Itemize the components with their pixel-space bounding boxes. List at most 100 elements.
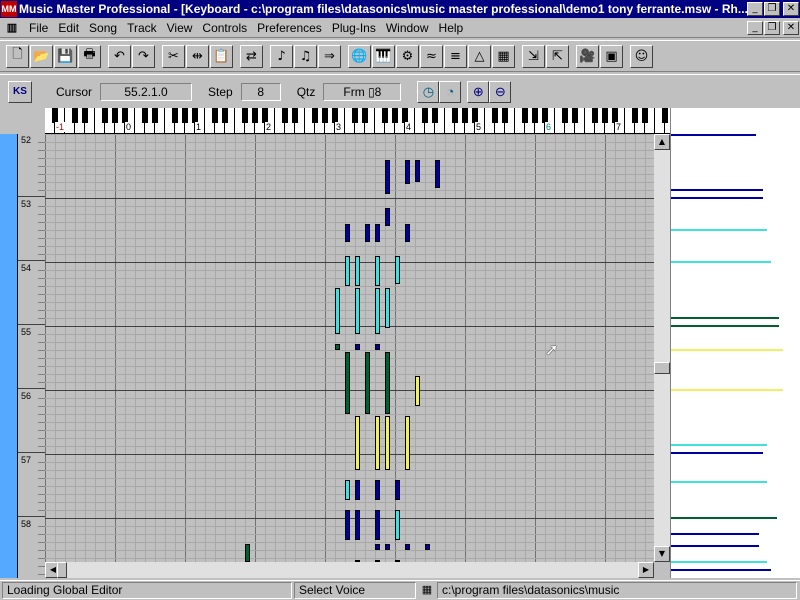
piano-keyboard[interactable]: -1 0 1 2 3 4 5 6 7 [45,108,670,134]
note-event[interactable] [375,256,380,286]
restore-button[interactable]: ❐ [764,2,780,16]
dim-icon[interactable]: ▣ [600,44,623,68]
note-event[interactable] [345,480,350,500]
note-event[interactable] [335,288,340,334]
cursor-field[interactable]: 55.2.1.0 [100,82,193,101]
note-event[interactable] [375,510,380,540]
black-key[interactable] [352,108,358,123]
black-key[interactable] [262,108,268,123]
doc-minimize-button[interactable]: _ [747,20,763,35]
clock-icon[interactable]: ◷ [417,80,440,103]
black-key[interactable] [172,108,178,123]
print-icon[interactable]: 🖶 [78,44,101,68]
note-event[interactable] [415,376,420,406]
measure-ruler[interactable]: 52 53 54 55 56 57 58 [18,134,45,581]
note-event[interactable] [375,544,380,550]
black-key[interactable] [142,108,148,123]
hscroll-thumb[interactable] [57,562,67,578]
black-key[interactable] [532,108,538,123]
note-event[interactable] [385,416,390,470]
black-key[interactable] [292,108,298,123]
menu-file[interactable]: File [24,19,53,37]
note-event[interactable] [375,288,380,334]
black-key[interactable] [242,108,248,123]
app-icon[interactable]: MM [1,1,17,17]
save-icon[interactable]: 💾 [54,44,77,68]
black-key[interactable] [542,108,548,123]
note-event[interactable] [355,416,360,470]
menu-edit[interactable]: Edit [53,19,84,37]
ks-button[interactable]: KS [8,80,32,103]
camera-icon[interactable]: 🎥 [576,44,599,68]
scroll-thumb[interactable] [654,362,670,374]
globe-icon[interactable]: 🌐 [348,44,371,68]
menu-controls[interactable]: Controls [197,19,252,37]
black-key[interactable] [562,108,568,123]
note-event[interactable] [385,208,390,226]
note-event[interactable] [375,224,380,242]
wave-icon[interactable]: ≈ [420,44,443,68]
menu-plug-ins[interactable]: Plug-Ins [327,19,381,37]
gear-icon[interactable]: ⚙ [396,44,419,68]
note-event[interactable] [365,352,370,414]
black-key[interactable] [452,108,458,123]
menu-help[interactable]: Help [434,19,469,37]
black-key[interactable] [642,108,648,123]
menu-preferences[interactable]: Preferences [252,19,327,37]
menu-view[interactable]: View [162,19,198,37]
black-key[interactable] [252,108,258,123]
zoom-in-icon[interactable]: ⊕ [467,80,490,103]
black-key[interactable] [402,108,408,123]
scroll-down-button[interactable]: ▼ [654,546,670,562]
black-key[interactable] [102,108,108,123]
black-key[interactable] [312,108,318,123]
note-event[interactable] [385,352,390,414]
note-event[interactable] [395,480,400,500]
black-key[interactable] [422,108,428,123]
note-event[interactable] [345,224,350,242]
note-event[interactable] [355,510,360,540]
status-voice[interactable]: Select Voice [294,582,416,599]
black-key[interactable] [362,108,368,123]
black-key[interactable] [72,108,78,123]
minimize-button[interactable]: _ [747,2,763,16]
new-icon[interactable]: 🗋 [6,44,29,68]
black-key[interactable] [382,108,388,123]
metronome-icon[interactable]: △ [468,44,491,68]
overview-pane[interactable] [670,134,800,578]
sheet-icon[interactable]: ▦ [492,44,515,68]
note-left-icon[interactable]: ♪ [270,44,293,68]
black-key[interactable] [632,108,638,123]
note-right-icon[interactable]: ♫ [294,44,317,68]
note-event[interactable] [385,288,390,328]
note-event[interactable] [355,288,360,334]
zoom-out-icon[interactable]: ⊖ [489,80,512,103]
timer-icon[interactable]: ◔ [439,80,462,103]
menu-window[interactable]: Window [381,19,434,37]
title-bar[interactable]: MM Music Master Professional - [Keyboard… [0,0,800,18]
note-event[interactable] [355,256,360,286]
note-event[interactable] [415,160,420,182]
black-key[interactable] [662,108,668,123]
black-key[interactable] [462,108,468,123]
note-event[interactable] [345,256,350,286]
doc-close-button[interactable]: ✕ [783,20,799,35]
export-icon[interactable]: ⇱ [546,44,569,68]
note-event[interactable] [385,160,390,194]
note-event[interactable] [425,544,430,550]
note-event[interactable] [355,344,360,350]
note-event[interactable] [245,544,250,562]
note-event[interactable] [375,480,380,500]
black-key[interactable] [322,108,328,123]
undo-icon[interactable]: ↶ [108,44,131,68]
menu-song[interactable]: Song [84,19,122,37]
black-key[interactable] [222,108,228,123]
paste-icon[interactable]: 📋 [210,44,233,68]
note-event[interactable] [395,256,400,284]
black-key[interactable] [502,108,508,123]
black-key[interactable] [612,108,618,123]
qtz-field[interactable]: Frm ▯8 [323,82,402,101]
open-icon[interactable]: 📂 [30,44,53,68]
black-key[interactable] [432,108,438,123]
vertical-scrollbar[interactable]: ▲ ▼ [654,134,670,562]
